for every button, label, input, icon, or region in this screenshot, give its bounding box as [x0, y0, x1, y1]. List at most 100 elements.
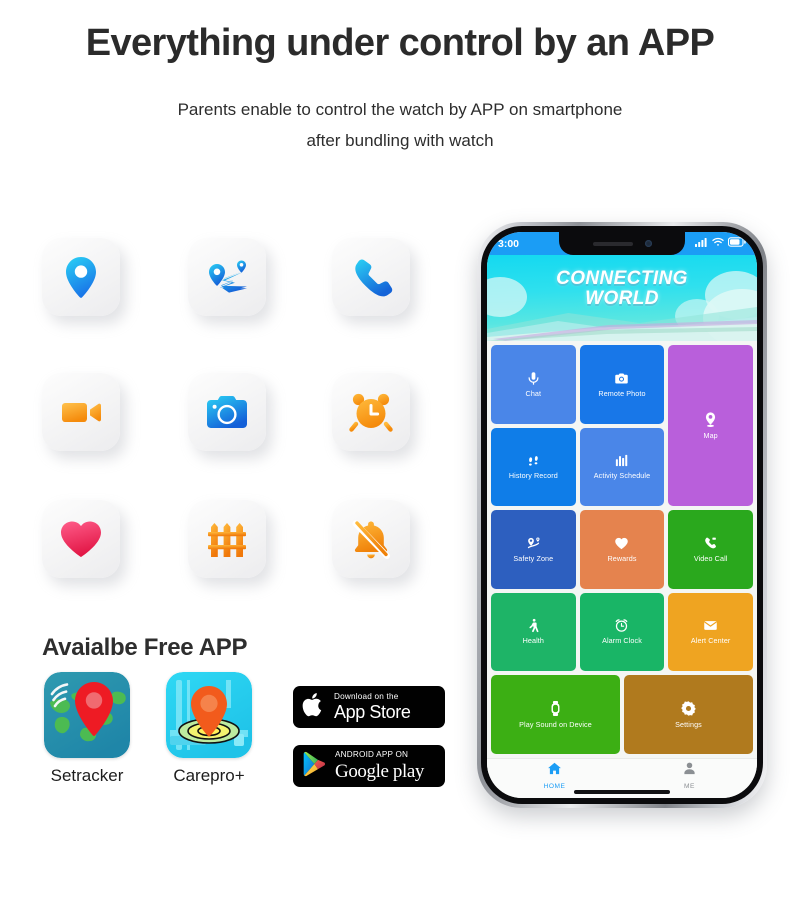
front-camera-icon [644, 240, 652, 247]
google-play-badge[interactable]: ANDROID APP ON Google play [293, 745, 445, 787]
tile-label: Video Call [693, 553, 728, 563]
phone-notch [559, 232, 685, 255]
feature-tile-call [332, 238, 410, 316]
tile-label: Rewards [607, 553, 637, 563]
tile-label: Settings [675, 719, 702, 729]
camera-icon [203, 388, 251, 436]
tile-label: Remote Photo [598, 388, 646, 398]
geofence-icon [526, 536, 541, 551]
alarm-clock-icon [347, 388, 395, 436]
google-play-label: ANDROID APP ON Google play [335, 750, 424, 782]
badge-small-text: ANDROID APP ON [335, 750, 409, 760]
feature-tile-alarm [332, 373, 410, 451]
banner-title: CONNECTING WORLD [556, 269, 688, 309]
walking-icon [526, 618, 541, 633]
tile-label: Activity Schedule [593, 471, 651, 481]
heart-icon [57, 515, 105, 563]
app-hero-banner: CONNECTING WORLD [487, 255, 757, 341]
app-store-badge[interactable]: Download on the App Store [293, 686, 445, 728]
app-tile-activity-schedule[interactable]: Activity Schedule [579, 427, 665, 507]
app-caption: Setracker [50, 766, 124, 785]
map-pin-icon [702, 411, 719, 428]
person-icon [682, 761, 697, 781]
setracker-app-icon [44, 672, 130, 758]
app-tile-map[interactable]: Map [668, 345, 753, 507]
subtitle-line-2: after bundling with watch [306, 131, 494, 150]
feature-tile-fence [188, 500, 266, 578]
badge-small-text: Download on the [334, 691, 399, 701]
badge-big-text: Google play [335, 760, 424, 782]
tab-me[interactable]: ME [622, 759, 757, 792]
bar-chart-icon [614, 453, 629, 468]
tab-home[interactable]: HOME [487, 759, 622, 792]
location-pin-icon [57, 253, 105, 301]
phone-mockup: 3:00 CONNECTING WORLD Chat Remote Photo … [477, 222, 767, 808]
signal-icon [695, 237, 708, 250]
banner-line-2: WORLD [585, 288, 659, 309]
app-tile-history-record[interactable]: History Record [491, 427, 576, 507]
feature-tile-route [188, 238, 266, 316]
footsteps-icon [526, 453, 541, 468]
microphone-icon [526, 371, 541, 386]
app-tile-grid: Chat Remote Photo Map History Record Act… [487, 341, 757, 758]
wifi-icon [712, 237, 724, 250]
feature-tile-video [42, 373, 120, 451]
tile-label: Health [522, 636, 545, 646]
app-item-carepro[interactable]: Carepro+ [166, 672, 252, 786]
home-icon [547, 761, 562, 781]
badge-big-text: App Store [334, 702, 411, 723]
app-tile-safety-zone[interactable]: Safety Zone [491, 510, 576, 589]
earpiece-speaker-icon [592, 241, 633, 246]
app-tile-chat[interactable]: Chat [491, 345, 576, 424]
app-tile-settings[interactable]: Settings [623, 675, 753, 754]
battery-icon [727, 237, 746, 250]
heart-icon [614, 536, 629, 551]
available-app-title: Avaialbe Free APP [42, 634, 248, 661]
app-tile-play-sound[interactable]: Play Sound on Device [491, 675, 620, 754]
apple-logo-icon [302, 691, 326, 724]
home-indicator [574, 790, 670, 794]
gear-icon [680, 700, 697, 717]
phone-bezel: 3:00 CONNECTING WORLD Chat Remote Photo … [481, 226, 763, 804]
tile-label: Map [703, 430, 718, 440]
subtitle-line-1: Parents enable to control the watch by A… [177, 100, 623, 119]
feature-tile-location [42, 238, 120, 316]
tab-label: ME [684, 783, 695, 790]
tile-label: Alarm Clock [602, 636, 642, 646]
app-tile-alert-center[interactable]: Alert Center [668, 592, 753, 672]
app-tile-rewards[interactable]: Rewards [579, 510, 665, 589]
video-camera-icon [57, 388, 105, 436]
phone-call-icon [347, 253, 395, 301]
watch-icon [547, 700, 564, 717]
status-time: 3:00 [498, 237, 520, 250]
app-tile-remote-photo[interactable]: Remote Photo [579, 345, 665, 424]
status-indicators [695, 237, 746, 250]
feature-tile-heart [42, 500, 120, 578]
envelope-icon [703, 618, 718, 633]
tile-label: Safety Zone [513, 553, 554, 563]
carepro-app-icon [166, 672, 252, 758]
tab-label: HOME [543, 783, 566, 790]
app-item-setracker[interactable]: Setracker [44, 672, 130, 786]
app-tile-video-call[interactable]: Video Call [668, 510, 753, 589]
tile-label: Play Sound on Device [519, 719, 592, 729]
feature-tile-silence [332, 500, 410, 578]
route-map-icon [203, 253, 251, 301]
tile-label: Alert Center [690, 636, 731, 646]
page-title: Everything under control by an APP [85, 22, 715, 64]
app-tile-health[interactable]: Health [491, 592, 576, 672]
video-call-icon [703, 536, 718, 551]
banner-line-1: CONNECTING [556, 268, 688, 289]
alarm-clock-icon [614, 618, 629, 633]
app-store-label: Download on the App Store [334, 691, 411, 723]
tile-label: Chat [525, 388, 542, 398]
bell-off-icon [347, 515, 395, 563]
tile-label: History Record [508, 471, 558, 481]
page-subtitle: Parents enable to control the watch by A… [0, 94, 800, 156]
camera-icon [614, 371, 629, 386]
feature-icon-grid [42, 238, 442, 578]
app-caption: Carepro+ [173, 766, 245, 785]
app-tile-alarm-clock[interactable]: Alarm Clock [579, 592, 665, 672]
feature-tile-camera [188, 373, 266, 451]
promo-page: Everything under control by an APP Paren… [0, 0, 800, 900]
